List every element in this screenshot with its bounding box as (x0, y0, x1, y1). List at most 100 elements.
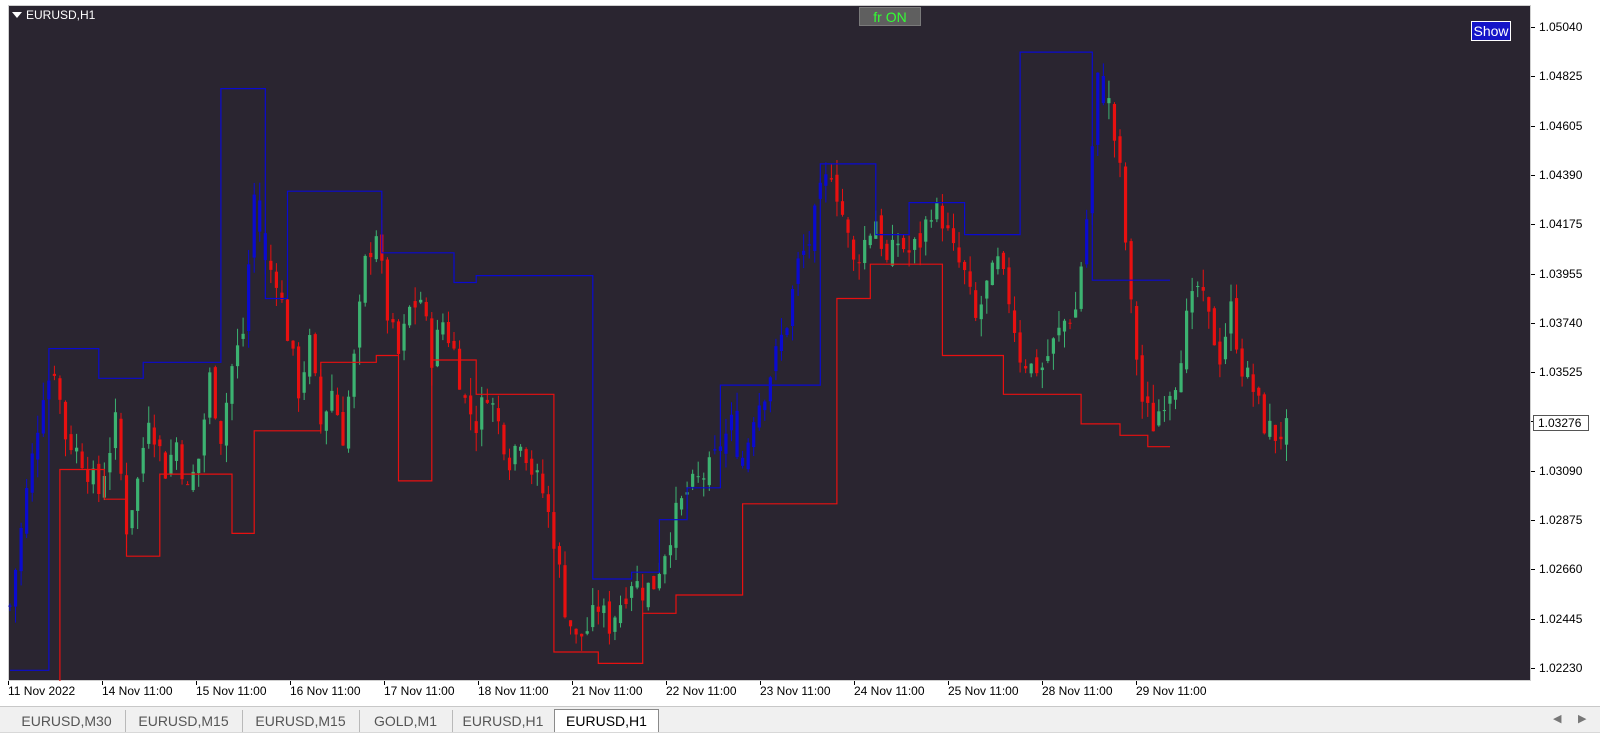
candle-body (1279, 436, 1283, 440)
time-axis-label: 22 Nov 11:00 (666, 684, 737, 698)
candle-body (591, 605, 595, 628)
candle-body (358, 301, 362, 348)
candle-body (274, 271, 278, 288)
candle-body (1157, 411, 1161, 426)
candle-body (202, 419, 206, 456)
time-axis-tick (196, 681, 197, 685)
fr-toggle-button[interactable]: fr ON (859, 7, 921, 26)
chart-tab[interactable]: EURUSD,H1 (452, 710, 554, 732)
candle-body (668, 545, 673, 556)
price-axis-tick (1531, 76, 1535, 78)
candle-body (596, 606, 600, 612)
scroll-left-icon[interactable]: ◀ (1553, 712, 1561, 725)
candle-body (679, 498, 684, 510)
candle-body (141, 447, 145, 474)
time-axis-label: 29 Nov 11:00 (1136, 684, 1207, 698)
current-price-label: 1.03276 (1533, 415, 1589, 431)
price-axis-label: 1.02660 (1539, 562, 1583, 577)
candle-body (535, 470, 539, 473)
candle-body (630, 586, 634, 598)
candle-body (197, 458, 201, 474)
candle-body (802, 250, 806, 255)
candle-body (330, 390, 334, 411)
symbol-label[interactable]: EURUSD,H1 (12, 8, 95, 22)
candle-body (13, 569, 18, 607)
candle-body (213, 367, 217, 419)
price-axis-tick (1531, 520, 1535, 522)
candle-body (846, 219, 850, 233)
chart-tab[interactable]: EURUSD,H1 (554, 709, 659, 733)
candle-body (352, 353, 356, 397)
price-axis-tick (1531, 668, 1535, 669)
candle-body (424, 301, 428, 317)
candle-body (108, 453, 112, 473)
chart-tab[interactable]: EURUSD,M30 (8, 710, 126, 732)
candle-body (1196, 286, 1200, 288)
candle-body (1001, 252, 1006, 270)
candle-body (1168, 395, 1172, 404)
chart-tab[interactable]: EURUSD,M15 (242, 710, 360, 732)
candle-body (1251, 374, 1255, 392)
candle-body (41, 400, 45, 434)
candle-body (58, 378, 62, 400)
candle-body (913, 239, 917, 250)
status-strip (0, 732, 1600, 748)
candle-body (813, 205, 817, 252)
candle-body (1246, 367, 1250, 378)
chart-tab[interactable]: EURUSD,M15 (125, 710, 243, 732)
candle-body (896, 243, 900, 246)
candle-body (86, 469, 90, 482)
candle-body (258, 200, 262, 232)
candle-body (435, 329, 439, 367)
candle-body (1101, 75, 1105, 104)
candle-body (152, 427, 156, 445)
candle-body (1112, 104, 1117, 141)
candle-body (774, 346, 778, 372)
show-button[interactable]: Show (1471, 21, 1511, 41)
time-axis-tick (290, 681, 291, 685)
candle-body (480, 397, 484, 430)
candle-body (918, 233, 922, 248)
candle-body (25, 488, 29, 534)
time-axis-label: 15 Nov 11:00 (196, 684, 267, 698)
candle-body (674, 502, 678, 548)
time-axis-label: 21 Nov 11:00 (572, 684, 643, 698)
candle-body (879, 215, 883, 249)
candle-body (363, 255, 367, 303)
time-axis-tick (854, 681, 855, 685)
candle-body (852, 239, 856, 260)
time-axis-tick (8, 681, 9, 685)
candle-body (219, 421, 223, 444)
candle-body (885, 243, 889, 260)
chart-tab[interactable]: GOLD,M1 (359, 710, 453, 732)
candle-body (1207, 297, 1211, 312)
candle-body (1068, 322, 1072, 324)
candle-body (186, 484, 190, 486)
price-axis-label: 1.04175 (1539, 217, 1583, 232)
candle-body (796, 258, 800, 284)
candle-body (230, 366, 234, 404)
candle-body (1040, 367, 1044, 371)
candle-body (580, 633, 584, 637)
candle-body (1257, 387, 1261, 396)
scroll-right-icon[interactable]: ▶ (1578, 712, 1586, 725)
dropdown-triangle-icon[interactable] (12, 12, 22, 18)
price-axis-label: 1.04605 (1539, 118, 1583, 133)
candle-body (696, 476, 700, 478)
candle-body (1229, 301, 1233, 334)
candle-body (1190, 291, 1194, 313)
candle-body (1151, 402, 1155, 432)
candle-body (602, 605, 606, 614)
candle-body (574, 628, 578, 635)
candle-body (513, 445, 517, 465)
candle-body (746, 442, 750, 470)
candle-body (607, 601, 611, 634)
candle-body (507, 457, 512, 471)
time-axis-tick (1136, 681, 1137, 685)
candle-body (369, 252, 373, 258)
candle-body (341, 411, 345, 446)
candle-body (1146, 396, 1150, 403)
candle-body (297, 346, 301, 399)
price-axis-tick (1531, 174, 1535, 176)
price-chart[interactable] (8, 5, 1531, 681)
